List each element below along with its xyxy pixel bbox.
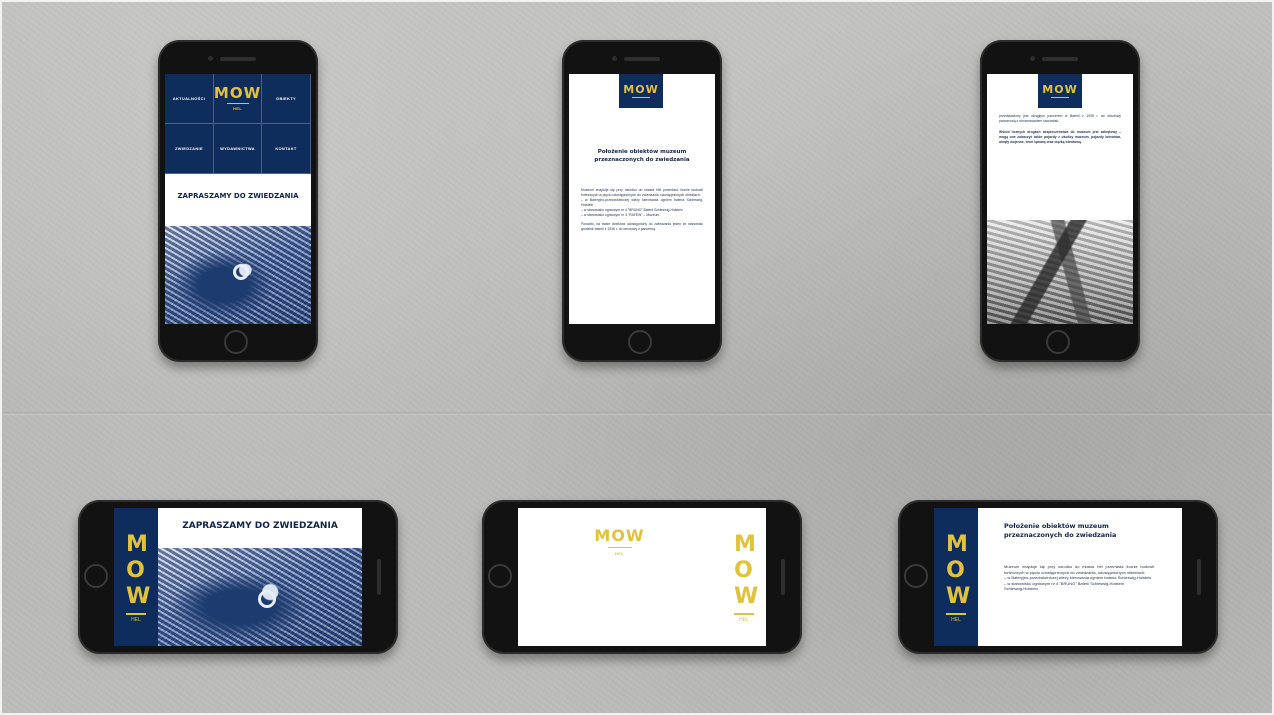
- menu-logo-cell[interactable]: MOW HEL: [214, 74, 262, 124]
- article-body: Muzeum znajduje się przy ośrodku do mias…: [581, 188, 703, 232]
- battery-photo: [987, 220, 1133, 324]
- nav-menu-panel: AKTUALNOŚCI MOW HEL OBIEKTY ZWIEDZANIE W…: [165, 74, 311, 174]
- hatch-ring: [233, 264, 249, 280]
- logo-subtext: HEL: [233, 106, 242, 111]
- phone-speaker: [781, 559, 785, 595]
- logo-divider: [607, 547, 632, 548]
- home-button[interactable]: [628, 330, 652, 354]
- home-button[interactable]: [488, 564, 512, 588]
- logo-divider: [126, 612, 146, 615]
- side-logo-panel[interactable]: MOW HEL: [114, 508, 158, 646]
- logo: MOW: [623, 83, 659, 96]
- logo-divider: [632, 97, 650, 98]
- banner-heading: ZAPRASZAMY DO ZWIEDZANIA: [182, 521, 338, 531]
- phone-camera: [612, 56, 617, 61]
- logo-subtext: HEL: [131, 616, 141, 623]
- menu-item-wydawnictwa[interactable]: WYDAWNICTWA: [586, 577, 654, 646]
- menu-logo-cell[interactable]: MOW HEL: [586, 508, 654, 577]
- logo-divider: [1051, 97, 1069, 98]
- logo: MOW: [594, 526, 645, 545]
- phone-screen: AKTUALNOŚCI MOW HEL OBIEKTY ZWIEDZANIE W…: [165, 74, 311, 324]
- logo-divider: [226, 103, 249, 104]
- logo-divider: [734, 612, 754, 615]
- menu-item-obiekty[interactable]: OBIEKTY: [262, 74, 311, 124]
- phone-screen: MOW Położenie obiektów muzeum przeznaczo…: [569, 74, 715, 324]
- article-para-2: Wśród licznych drogach bezpieczeństwa do…: [999, 130, 1121, 144]
- article-intro: Muzeum znajduje się przy ośrodku do mias…: [581, 188, 703, 197]
- logo-vertical: MOW: [734, 531, 760, 609]
- phone-landscape-article: MOW HEL Położenie obiektów muzeum przezn…: [898, 500, 1218, 654]
- menu-item-kontakt[interactable]: KONTAKT: [654, 577, 722, 646]
- article-item-1: – w Bateryjno-przeciwlotniczej wieży kie…: [581, 198, 703, 207]
- phone-camera: [208, 56, 213, 61]
- phone-screen: MOW HEL Położenie obiektów muzeum przezn…: [934, 508, 1182, 646]
- logo: MOW: [1042, 83, 1078, 96]
- menu-item-zwiedzanie[interactable]: ZWIEDZANIE: [518, 577, 586, 646]
- banner-heading: ZAPRASZAMY DO ZWIEDZANIA: [177, 192, 299, 200]
- menu-item-zwiedzanie[interactable]: ZWIEDZANIE: [165, 124, 214, 174]
- header-logo[interactable]: MOW: [619, 74, 663, 108]
- side-logo-panel[interactable]: MOW HEL: [934, 508, 978, 646]
- phone-portrait-article-photo: MOW przedstawiony jest okrągłym pancerem…: [980, 40, 1140, 362]
- phone-screen: MOW HEL ZAPRASZAMY DO ZWIEDZANIA: [114, 508, 362, 646]
- article-item-3-extra: Schleswig-Holstein: [1004, 586, 1038, 591]
- article-continued: przedstawiony jest okrągłym pancerem w B…: [999, 114, 1121, 145]
- header-logo[interactable]: MOW: [1038, 74, 1082, 108]
- menu-item-wydawnictwa[interactable]: WYDAWNICTWA: [214, 124, 262, 174]
- menu-grid: AKTUALNOŚCI MOW HEL OBIEKTY ZWIEDZANIE W…: [518, 508, 722, 646]
- article-heading: Położenie obiektów muzeum przeznaczonych…: [1004, 522, 1117, 539]
- logo-subtext: HEL: [615, 551, 624, 556]
- phone-portrait-article: MOW Położenie obiektów muzeum przeznaczo…: [562, 40, 722, 362]
- menu-item-aktualnosci[interactable]: AKTUALNOŚCI: [518, 508, 586, 577]
- home-button[interactable]: [224, 330, 248, 354]
- phone-speaker: [1042, 57, 1078, 61]
- phone-speaker: [1197, 559, 1201, 595]
- tank-photo: [158, 548, 362, 646]
- logo-divider: [946, 612, 966, 615]
- home-button[interactable]: [904, 564, 928, 588]
- article-para-1: przedstawiony jest okrągłym pancerem w B…: [999, 114, 1121, 123]
- hatch-ring: [258, 590, 276, 608]
- phone-portrait-menu: AKTUALNOŚCI MOW HEL OBIEKTY ZWIEDZANIE W…: [158, 40, 318, 362]
- phone-screen: MOW przedstawiony jest okrągłym pancerem…: [987, 74, 1133, 324]
- article-item-1: – w Bateryjno-przeciwlotniczej wieży kie…: [1004, 575, 1152, 580]
- article-heading: Położenie obiektów muzeum przeznaczonych…: [594, 149, 690, 163]
- article-item-3: – w stanowisku ogniowym nr 3 "RAFEW" – M…: [581, 213, 660, 217]
- home-button[interactable]: [1046, 330, 1070, 354]
- home-button[interactable]: [84, 564, 108, 588]
- side-logo-panel[interactable]: MOW HEL: [722, 508, 766, 646]
- phone-speaker: [377, 559, 381, 595]
- menu-item-aktualnosci[interactable]: AKTUALNOŚCI: [165, 74, 214, 124]
- menu-item-kontakt[interactable]: KONTAKT: [262, 124, 311, 174]
- logo-subtext: HEL: [739, 616, 749, 623]
- tank-photo: [165, 226, 311, 324]
- phone-speaker: [220, 57, 256, 61]
- phone-landscape-menu: AKTUALNOŚCI MOW HEL OBIEKTY ZWIEDZANIE W…: [482, 500, 802, 654]
- article-more: Ponadto, na trasie obiektów udostępniony…: [581, 222, 703, 231]
- logo: MOW: [213, 84, 262, 102]
- article-body: Muzeum znajduje się przy ośrodku do mias…: [1004, 564, 1154, 592]
- logo-subtext: HEL: [951, 616, 961, 623]
- menu-item-obiekty[interactable]: OBIEKTY: [654, 508, 722, 577]
- logo-vertical: MOW: [946, 531, 972, 609]
- phone-landscape-banner: MOW HEL ZAPRASZAMY DO ZWIEDZANIA: [78, 500, 398, 654]
- menu-grid: AKTUALNOŚCI MOW HEL OBIEKTY ZWIEDZANIE W…: [165, 74, 311, 174]
- logo-vertical: MOW: [126, 531, 152, 609]
- phone-screen: AKTUALNOŚCI MOW HEL OBIEKTY ZWIEDZANIE W…: [518, 508, 766, 646]
- concrete-seam: [0, 412, 1274, 415]
- phone-camera: [1030, 56, 1035, 61]
- article-intro: Muzeum znajduje się przy ośrodku do mias…: [1004, 564, 1154, 575]
- phone-speaker: [624, 57, 660, 61]
